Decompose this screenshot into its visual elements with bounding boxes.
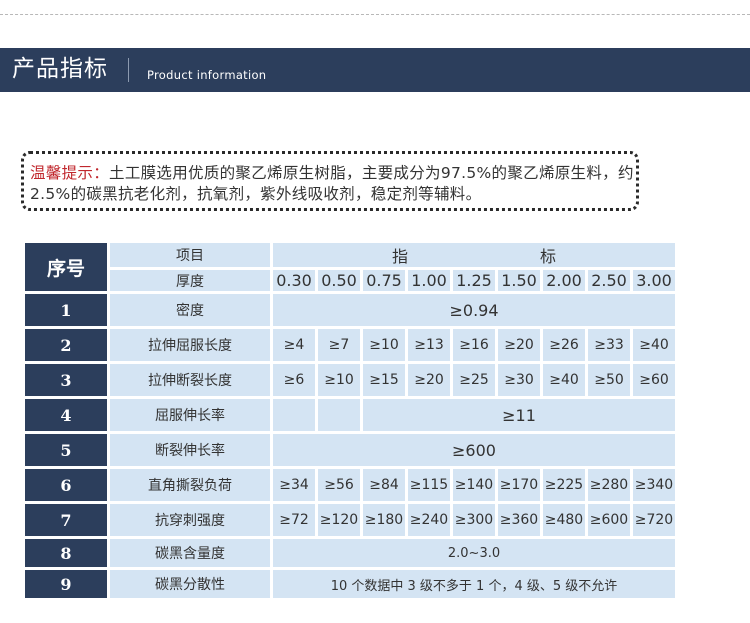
row-value: ≥720	[633, 504, 675, 536]
table-row: 6 直角撕裂负荷 ≥34 ≥56 ≥84 ≥115 ≥140 ≥170 ≥225…	[25, 469, 675, 501]
row-value: ≥225	[543, 469, 585, 501]
seq-header: 序号	[25, 243, 107, 291]
row-number: 3	[25, 364, 107, 396]
row-value: ≥84	[363, 469, 405, 501]
row-span-value: ≥11	[363, 399, 675, 431]
empty-cell	[273, 399, 315, 431]
header-separator	[128, 58, 129, 82]
row-span-value: ≥600	[273, 434, 675, 466]
row-number: 4	[25, 399, 107, 431]
row-value: ≥34	[273, 469, 315, 501]
row-number: 5	[25, 434, 107, 466]
row-value: ≥240	[408, 504, 450, 536]
row-value: ≥40	[633, 329, 675, 361]
row-span-value: 2.0~3.0	[273, 539, 675, 567]
row-value: ≥16	[453, 329, 495, 361]
row-number: 7	[25, 504, 107, 536]
row-value: ≥340	[633, 469, 675, 501]
spec-table: 序号 项目 指标 厚度 0.30 0.50 0.75 1.00 1.25 1.5…	[22, 240, 678, 601]
row-value: ≥40	[543, 364, 585, 396]
table-row: 5 断裂伸长率 ≥600	[25, 434, 675, 466]
row-value: ≥7	[318, 329, 360, 361]
row-value: ≥13	[408, 329, 450, 361]
row-number: 9	[25, 570, 107, 598]
section-subtitle: Product information	[147, 68, 267, 82]
row-value: ≥600	[588, 504, 630, 536]
section-title: 产品指标	[12, 56, 108, 82]
table-row: 9 碳黑分散性 10 个数据中 3 级不多于 1 个，4 级、5 级不允许	[25, 570, 675, 598]
row-number: 1	[25, 294, 107, 326]
row-value: ≥115	[408, 469, 450, 501]
row-value: ≥140	[453, 469, 495, 501]
section-header: 产品指标 Product information	[0, 48, 750, 92]
index-header-char-1: 指	[391, 247, 408, 266]
thickness-value: 0.30	[273, 270, 315, 291]
tip-box: 温馨提示：土工膜选用优质的聚乙烯原生树脂，主要成分为97.5%的聚乙烯原生料，约…	[21, 151, 639, 211]
row-value: ≥4	[273, 329, 315, 361]
thickness-value: 0.50	[318, 270, 360, 291]
empty-cell	[318, 399, 360, 431]
row-span-value: 10 个数据中 3 级不多于 1 个，4 级、5 级不允许	[273, 570, 675, 598]
row-value: ≥360	[498, 504, 540, 536]
row-value: ≥56	[318, 469, 360, 501]
row-item: 拉伸断裂长度	[110, 364, 270, 396]
item-header: 项目	[110, 243, 270, 267]
row-value: ≥33	[588, 329, 630, 361]
row-item: 屈服伸长率	[110, 399, 270, 431]
row-item: 断裂伸长率	[110, 434, 270, 466]
row-value: ≥10	[318, 364, 360, 396]
thickness-value: 1.25	[453, 270, 495, 291]
tip-text: 土工膜选用优质的聚乙烯原生树脂，主要成分为97.5%的聚乙烯原生料，约2.5%的…	[30, 164, 634, 203]
thickness-label: 厚度	[110, 270, 270, 291]
table-row: 2 拉伸屈服长度 ≥4 ≥7 ≥10 ≥13 ≥16 ≥20 ≥26 ≥33 ≥…	[25, 329, 675, 361]
table-row: 4 屈服伸长率 ≥11	[25, 399, 675, 431]
table-row: 3 拉伸断裂长度 ≥6 ≥10 ≥15 ≥20 ≥25 ≥30 ≥40 ≥50 …	[25, 364, 675, 396]
row-value: ≥300	[453, 504, 495, 536]
row-value: ≥72	[273, 504, 315, 536]
row-number: 2	[25, 329, 107, 361]
thickness-value: 1.50	[498, 270, 540, 291]
row-value: ≥30	[498, 364, 540, 396]
row-value: ≥20	[498, 329, 540, 361]
row-span-value: ≥0.94	[273, 294, 675, 326]
row-value: ≥6	[273, 364, 315, 396]
row-value: ≥15	[363, 364, 405, 396]
row-value: ≥26	[543, 329, 585, 361]
row-number: 8	[25, 539, 107, 567]
thickness-value: 1.00	[408, 270, 450, 291]
table-row: 8 碳黑含量度 2.0~3.0	[25, 539, 675, 567]
row-value: ≥480	[543, 504, 585, 536]
thickness-value: 0.75	[363, 270, 405, 291]
row-value: ≥180	[363, 504, 405, 536]
row-value: ≥120	[318, 504, 360, 536]
table-row: 7 抗穿刺强度 ≥72 ≥120 ≥180 ≥240 ≥300 ≥360 ≥48…	[25, 504, 675, 536]
thickness-value: 2.50	[588, 270, 630, 291]
row-item: 直角撕裂负荷	[110, 469, 270, 501]
row-number: 6	[25, 469, 107, 501]
row-item: 抗穿刺强度	[110, 504, 270, 536]
row-value: ≥280	[588, 469, 630, 501]
row-value: ≥25	[453, 364, 495, 396]
thickness-value: 3.00	[633, 270, 675, 291]
row-value: ≥20	[408, 364, 450, 396]
row-item: 碳黑含量度	[110, 539, 270, 567]
top-dashed-divider	[0, 14, 750, 15]
row-item: 拉伸屈服长度	[110, 329, 270, 361]
row-item: 密度	[110, 294, 270, 326]
row-value: ≥10	[363, 329, 405, 361]
table-row: 1 密度 ≥0.94	[25, 294, 675, 326]
index-header-char-2: 标	[539, 247, 556, 266]
row-value: ≥60	[633, 364, 675, 396]
row-value: ≥50	[588, 364, 630, 396]
index-header: 指标	[273, 243, 675, 267]
tip-label: 温馨提示：	[30, 164, 110, 182]
row-value: ≥170	[498, 469, 540, 501]
thickness-value: 2.00	[543, 270, 585, 291]
row-item: 碳黑分散性	[110, 570, 270, 598]
